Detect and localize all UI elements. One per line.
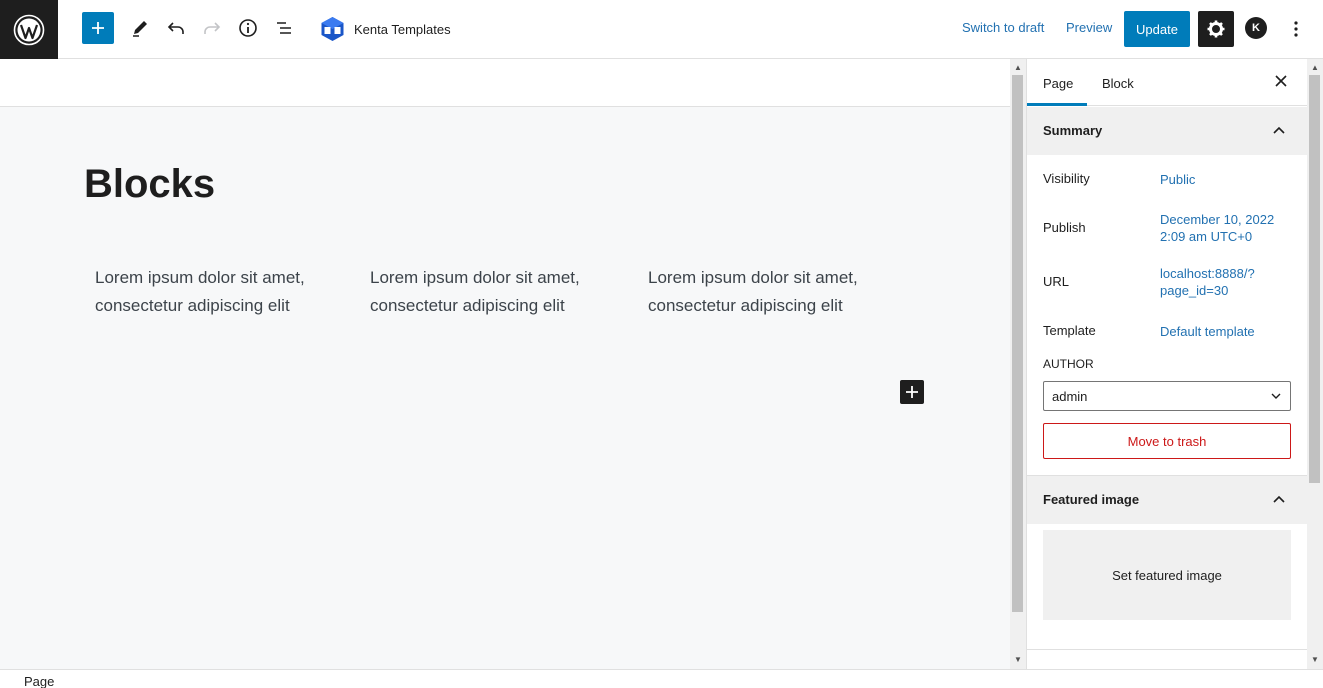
- sidebar-scrollbar-thumb[interactable]: [1309, 75, 1320, 483]
- details-button[interactable]: [232, 12, 264, 44]
- summary-panel-toggle[interactable]: Summary: [1027, 107, 1307, 155]
- undo-icon: [167, 22, 184, 34]
- publish-date-line: December 10, 2022: [1160, 212, 1275, 227]
- breadcrumb-item-page[interactable]: Page: [24, 674, 54, 688]
- chevron-up-icon: [1273, 495, 1285, 503]
- sidebar-tabs: Page Block: [1027, 59, 1307, 106]
- column-text-line: consectetur adipiscing elit: [648, 296, 843, 315]
- kenta-avatar-button[interactable]: K: [1245, 17, 1267, 39]
- wordpress-logo-icon: [13, 14, 45, 45]
- wordpress-logo-button[interactable]: [0, 0, 58, 59]
- undo-button[interactable]: [160, 12, 192, 44]
- column-text-line: Lorem ipsum dolor sit amet,: [370, 268, 580, 287]
- plus-icon: [92, 22, 104, 34]
- page-title[interactable]: Blocks: [84, 162, 215, 207]
- move-to-trash-button[interactable]: Move to trash: [1043, 423, 1291, 459]
- kenta-logo-icon: [321, 17, 344, 41]
- column-block-2[interactable]: Lorem ipsum dolor sit amet, consectetur …: [370, 264, 620, 320]
- add-block-button[interactable]: [900, 380, 924, 404]
- editor-header: Kenta Templates Switch to draft Preview …: [0, 0, 1323, 59]
- author-label: AUTHOR: [1043, 357, 1094, 371]
- url-line: page_id=30: [1160, 283, 1229, 298]
- canvas-header-strip: [0, 59, 1010, 107]
- list-view-button[interactable]: [268, 12, 300, 44]
- author-select[interactable]: admin: [1043, 381, 1291, 411]
- update-button[interactable]: Update: [1124, 11, 1190, 47]
- set-featured-image-button[interactable]: Set featured image: [1043, 530, 1291, 620]
- sidebar-scrollbar[interactable]: ▲ ▼: [1307, 59, 1323, 669]
- switch-to-draft-button[interactable]: Switch to draft: [962, 20, 1044, 35]
- tab-active-indicator: [1027, 103, 1087, 106]
- url-line: localhost:8888/?: [1160, 266, 1255, 281]
- tools-button[interactable]: [124, 12, 156, 44]
- publish-time-line: 2:09 am UTC+0: [1160, 229, 1253, 244]
- close-sidebar-button[interactable]: [1271, 71, 1291, 91]
- block-inserter-button[interactable]: [82, 12, 114, 44]
- canvas-scrollbar[interactable]: ▲ ▼: [1010, 59, 1026, 669]
- tab-page[interactable]: Page: [1043, 76, 1073, 91]
- featured-image-heading: Featured image: [1043, 492, 1140, 507]
- column-block-1[interactable]: Lorem ipsum dolor sit amet, consectetur …: [95, 264, 345, 320]
- block-breadcrumb-bar: Page: [0, 669, 1323, 688]
- author-select-value: admin: [1052, 388, 1088, 404]
- kenta-templates-button[interactable]: Kenta Templates: [320, 15, 451, 43]
- kenta-templates-label: Kenta Templates: [354, 21, 451, 37]
- close-icon: [1275, 75, 1287, 87]
- column-text-line: Lorem ipsum dolor sit amet,: [648, 268, 858, 287]
- preview-button[interactable]: Preview: [1066, 20, 1112, 35]
- scroll-down-arrow-icon[interactable]: ▼: [1311, 655, 1319, 664]
- publish-date-button[interactable]: December 10, 2022 2:09 am UTC+0: [1160, 211, 1290, 245]
- url-value-button[interactable]: localhost:8888/? page_id=30: [1160, 265, 1290, 299]
- url-label: URL: [1043, 274, 1070, 289]
- settings-sidebar: Page Block Summary Visibility Public Pub…: [1026, 59, 1307, 669]
- scroll-down-arrow-icon[interactable]: ▼: [1014, 655, 1022, 664]
- column-text-line: consectetur adipiscing elit: [95, 296, 290, 315]
- column-block-3[interactable]: Lorem ipsum dolor sit amet, consectetur …: [648, 264, 898, 320]
- redo-icon: [204, 22, 221, 34]
- options-menu-button[interactable]: [1283, 14, 1309, 44]
- visibility-value-button[interactable]: Public: [1160, 171, 1290, 188]
- plus-icon: [906, 386, 918, 398]
- column-text-line: Lorem ipsum dolor sit amet,: [95, 268, 305, 287]
- publish-label: Publish: [1043, 220, 1086, 235]
- tab-block[interactable]: Block: [1102, 76, 1134, 91]
- visibility-label: Visibility: [1043, 171, 1090, 186]
- pencil-icon: [133, 21, 147, 37]
- template-value-button[interactable]: Default template: [1160, 323, 1290, 340]
- scroll-up-arrow-icon[interactable]: ▲: [1014, 63, 1022, 72]
- redo-button[interactable]: [196, 12, 228, 44]
- chevron-down-icon: [1271, 393, 1281, 399]
- summary-heading: Summary: [1043, 123, 1103, 138]
- info-icon: [239, 19, 257, 37]
- gear-icon: [1207, 20, 1225, 38]
- settings-button[interactable]: [1198, 11, 1234, 47]
- featured-image-panel-toggle[interactable]: Featured image: [1027, 476, 1307, 524]
- panel-divider: [1027, 649, 1307, 650]
- editor-canvas[interactable]: Blocks Lorem ipsum dolor sit amet, conse…: [0, 59, 1010, 669]
- chevron-up-icon: [1273, 126, 1285, 134]
- template-label: Template: [1043, 323, 1096, 338]
- column-text-line: consectetur adipiscing elit: [370, 296, 565, 315]
- scroll-up-arrow-icon[interactable]: ▲: [1311, 63, 1319, 72]
- more-vertical-icon: [1294, 21, 1298, 37]
- list-view-icon: [277, 22, 291, 34]
- canvas-scrollbar-thumb[interactable]: [1012, 75, 1023, 612]
